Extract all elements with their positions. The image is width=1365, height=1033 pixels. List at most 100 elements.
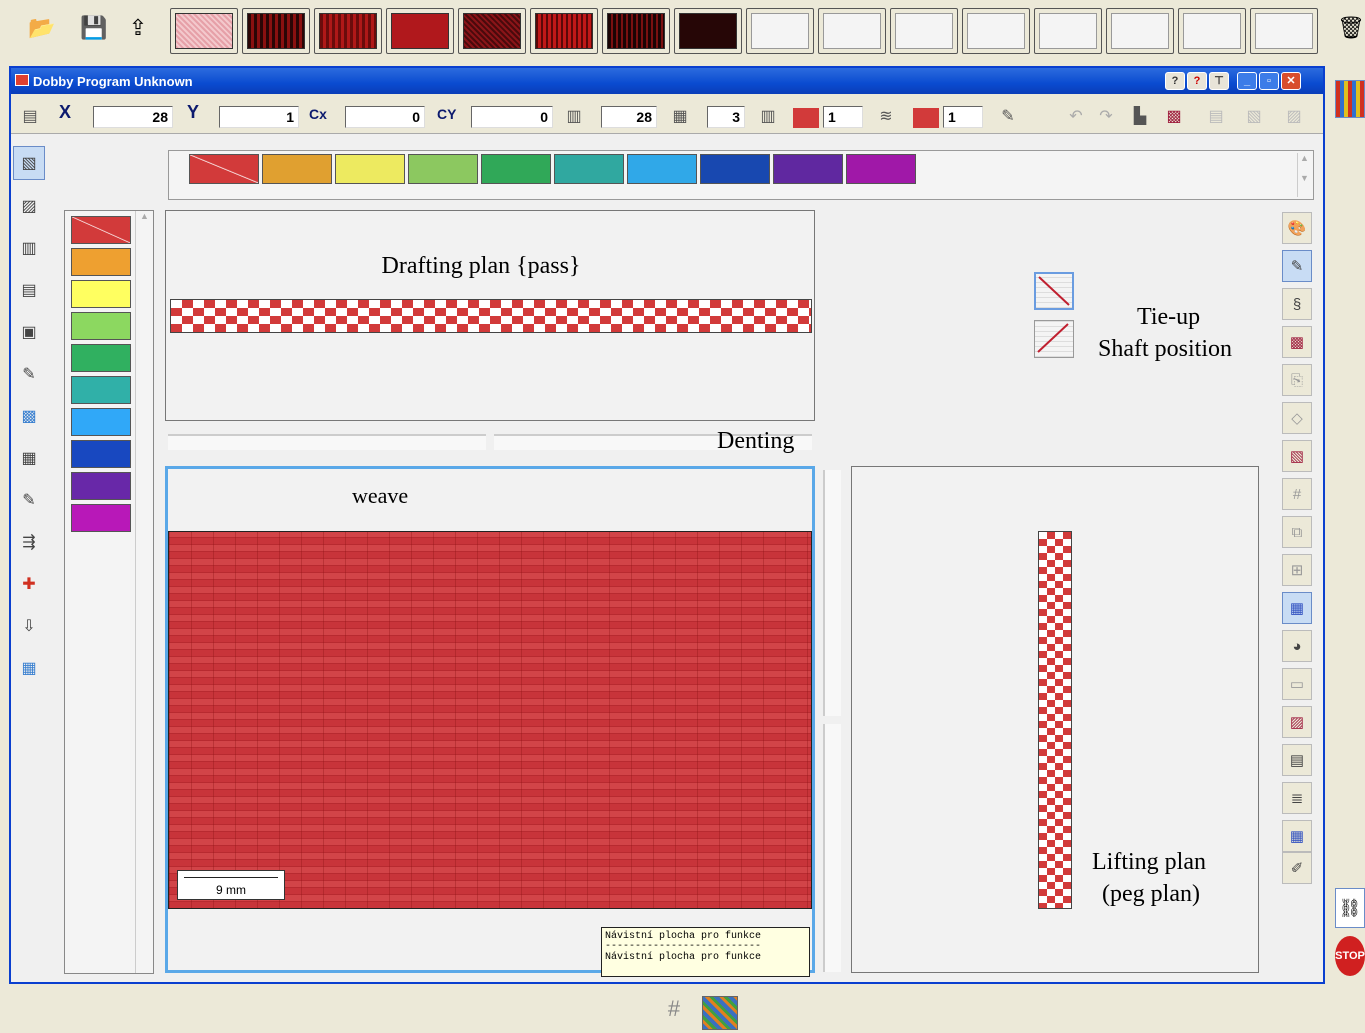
fabric-view-icon[interactable]: ▦ xyxy=(13,442,45,476)
mosaic-view-icon[interactable]: ▦ xyxy=(13,652,45,686)
x-field[interactable]: 28 xyxy=(93,106,173,128)
empty-slot[interactable] xyxy=(1034,8,1102,54)
y-field[interactable]: 1 xyxy=(219,106,299,128)
fabric-swatch-3[interactable] xyxy=(314,8,382,54)
stripe-tool-icon[interactable]: ≣ xyxy=(1282,782,1312,814)
palette-color-2[interactable] xyxy=(262,154,332,184)
frame-tool-icon[interactable]: ▭ xyxy=(1282,668,1312,700)
restore-icon[interactable]: ▫ xyxy=(1259,72,1279,90)
hatch-tool-icon[interactable]: ▧ xyxy=(1282,440,1312,472)
fabric-swatch-7[interactable] xyxy=(602,8,670,54)
fabric-swatch-4[interactable] xyxy=(386,8,454,54)
swirl-tool-icon[interactable]: § xyxy=(1282,288,1312,320)
palette-color-8[interactable] xyxy=(700,154,770,184)
fabric-swatch-6[interactable] xyxy=(530,8,598,54)
resize-tool-icon[interactable]: ⊞ xyxy=(1282,554,1312,586)
pin-icon[interactable]: ⊤ xyxy=(1209,72,1229,90)
weave-view-icon[interactable]: ▩ xyxy=(13,400,45,434)
fabric-swatch-2[interactable] xyxy=(242,8,310,54)
chart-tool-icon[interactable]: ▙ xyxy=(1127,106,1153,130)
redo-icon[interactable]: ↷ xyxy=(1093,106,1119,130)
draft-view-icon[interactable]: ▧ xyxy=(13,146,45,180)
empty-slot[interactable] xyxy=(746,8,814,54)
treadling-strip-bottom[interactable] xyxy=(823,724,841,972)
denting-strip-left[interactable] xyxy=(168,434,486,450)
export-icon[interactable]: ⇪ xyxy=(122,8,154,48)
palette-color-4[interactable] xyxy=(408,154,478,184)
fill-pattern-icon[interactable]: ▦ xyxy=(1282,592,1312,624)
empty-slot[interactable] xyxy=(1178,8,1246,54)
pattern-edit-icon[interactable]: ▩ xyxy=(1282,326,1312,358)
cross-view-icon[interactable]: ✚ xyxy=(13,568,45,602)
tieup-grid-icon[interactable] xyxy=(1034,272,1074,310)
minimize-icon[interactable]: _ xyxy=(1237,72,1257,90)
brush-icon[interactable]: ✎ xyxy=(995,106,1021,130)
weft-color-swatch[interactable] xyxy=(913,108,939,128)
palette-color-3[interactable] xyxy=(335,154,405,184)
question-icon[interactable]: ? xyxy=(1187,72,1207,90)
shape-tool-icon[interactable]: ◇ xyxy=(1282,402,1312,434)
insert-view-icon[interactable]: ⇶ xyxy=(13,526,45,560)
warp-color-swatch[interactable] xyxy=(793,108,819,128)
texture-tool-icon[interactable]: ▨ xyxy=(1282,706,1312,738)
thread-view-icon[interactable]: ▤ xyxy=(13,274,45,308)
drafting-grid[interactable] xyxy=(170,299,812,333)
empty-slot[interactable] xyxy=(1250,8,1318,54)
empty-slot[interactable] xyxy=(818,8,886,54)
palette-scrollbar[interactable]: ▲ ▼ xyxy=(1297,153,1311,197)
shaft-position-icon[interactable] xyxy=(1034,320,1074,358)
cx-field[interactable]: 0 xyxy=(345,106,425,128)
palette-color-7[interactable] xyxy=(627,154,697,184)
close-icon[interactable]: ✕ xyxy=(1281,72,1301,90)
empty-slot[interactable] xyxy=(1106,8,1174,54)
stop-icon[interactable]: STOP xyxy=(1335,936,1365,976)
empty-slot[interactable] xyxy=(890,8,958,54)
thread-color-6[interactable] xyxy=(71,376,131,404)
fabric-swatch-1[interactable] xyxy=(170,8,238,54)
fill-view-icon[interactable]: ✎ xyxy=(13,484,45,518)
treadling-strip-top[interactable] xyxy=(823,470,841,716)
move-down-view-icon[interactable]: ⇩ xyxy=(13,610,45,644)
palette-color-5[interactable] xyxy=(481,154,551,184)
twill-tool-icon[interactable]: ▧ xyxy=(1241,106,1267,130)
link-icon[interactable]: ⛓ xyxy=(1335,888,1365,928)
pattern-tool-icon[interactable]: ▩ xyxy=(1161,106,1187,130)
warp-count-field[interactable]: 1 xyxy=(823,106,863,128)
stack-tool-icon[interactable]: ▤ xyxy=(1282,744,1312,776)
thread-color-9[interactable] xyxy=(71,472,131,500)
color-wheel-icon[interactable]: ◕ xyxy=(1282,630,1312,662)
fabric-swatch-8[interactable] xyxy=(674,8,742,54)
thread-color-1[interactable] xyxy=(71,216,131,244)
twill-alt-tool-icon[interactable]: ▨ xyxy=(1281,106,1307,130)
thread-tool-icon[interactable]: ▤ xyxy=(17,106,43,130)
thread-color-7[interactable] xyxy=(71,408,131,436)
thread-color-10[interactable] xyxy=(71,504,131,532)
shafts-field[interactable]: 3 xyxy=(707,106,745,128)
thread-color-4[interactable] xyxy=(71,312,131,340)
weft-count-field[interactable]: 1 xyxy=(943,106,983,128)
eyedropper-icon[interactable]: ✐ xyxy=(1282,852,1312,884)
help-icon[interactable]: ? xyxy=(1165,72,1185,90)
thread-color-2[interactable] xyxy=(71,248,131,276)
pattern-view-icon[interactable]: ▨ xyxy=(13,190,45,224)
cy-field[interactable]: 0 xyxy=(471,106,553,128)
empty-slot[interactable] xyxy=(962,8,1030,54)
weave-canvas[interactable]: 9 mm xyxy=(168,531,812,909)
mosaic-tool-icon[interactable]: ▦ xyxy=(1282,820,1312,852)
thread-color-8[interactable] xyxy=(71,440,131,468)
grid-tool-icon[interactable]: ▤ xyxy=(1203,106,1229,130)
color-grid-icon[interactable] xyxy=(1335,80,1365,118)
thread-list-scrollbar[interactable]: ▲ xyxy=(135,211,153,973)
palette-color-9[interactable] xyxy=(773,154,843,184)
brush-tool-icon[interactable]: ✎ xyxy=(1282,250,1312,282)
weave-pattern-icon[interactable] xyxy=(702,996,738,1030)
fabric-swatch-5[interactable] xyxy=(458,8,526,54)
palette-color-1[interactable] xyxy=(189,154,259,184)
thread-color-5[interactable] xyxy=(71,344,131,372)
paint-view-icon[interactable]: ✎ xyxy=(13,358,45,392)
undo-icon[interactable]: ↶ xyxy=(1063,106,1089,130)
lifting-grid[interactable] xyxy=(1038,531,1072,909)
mirror-tool-icon[interactable]: ⧉ xyxy=(1282,516,1312,548)
recycle-bin-icon[interactable]: 🗑 xyxy=(1335,8,1365,48)
thread-color-3[interactable] xyxy=(71,280,131,308)
